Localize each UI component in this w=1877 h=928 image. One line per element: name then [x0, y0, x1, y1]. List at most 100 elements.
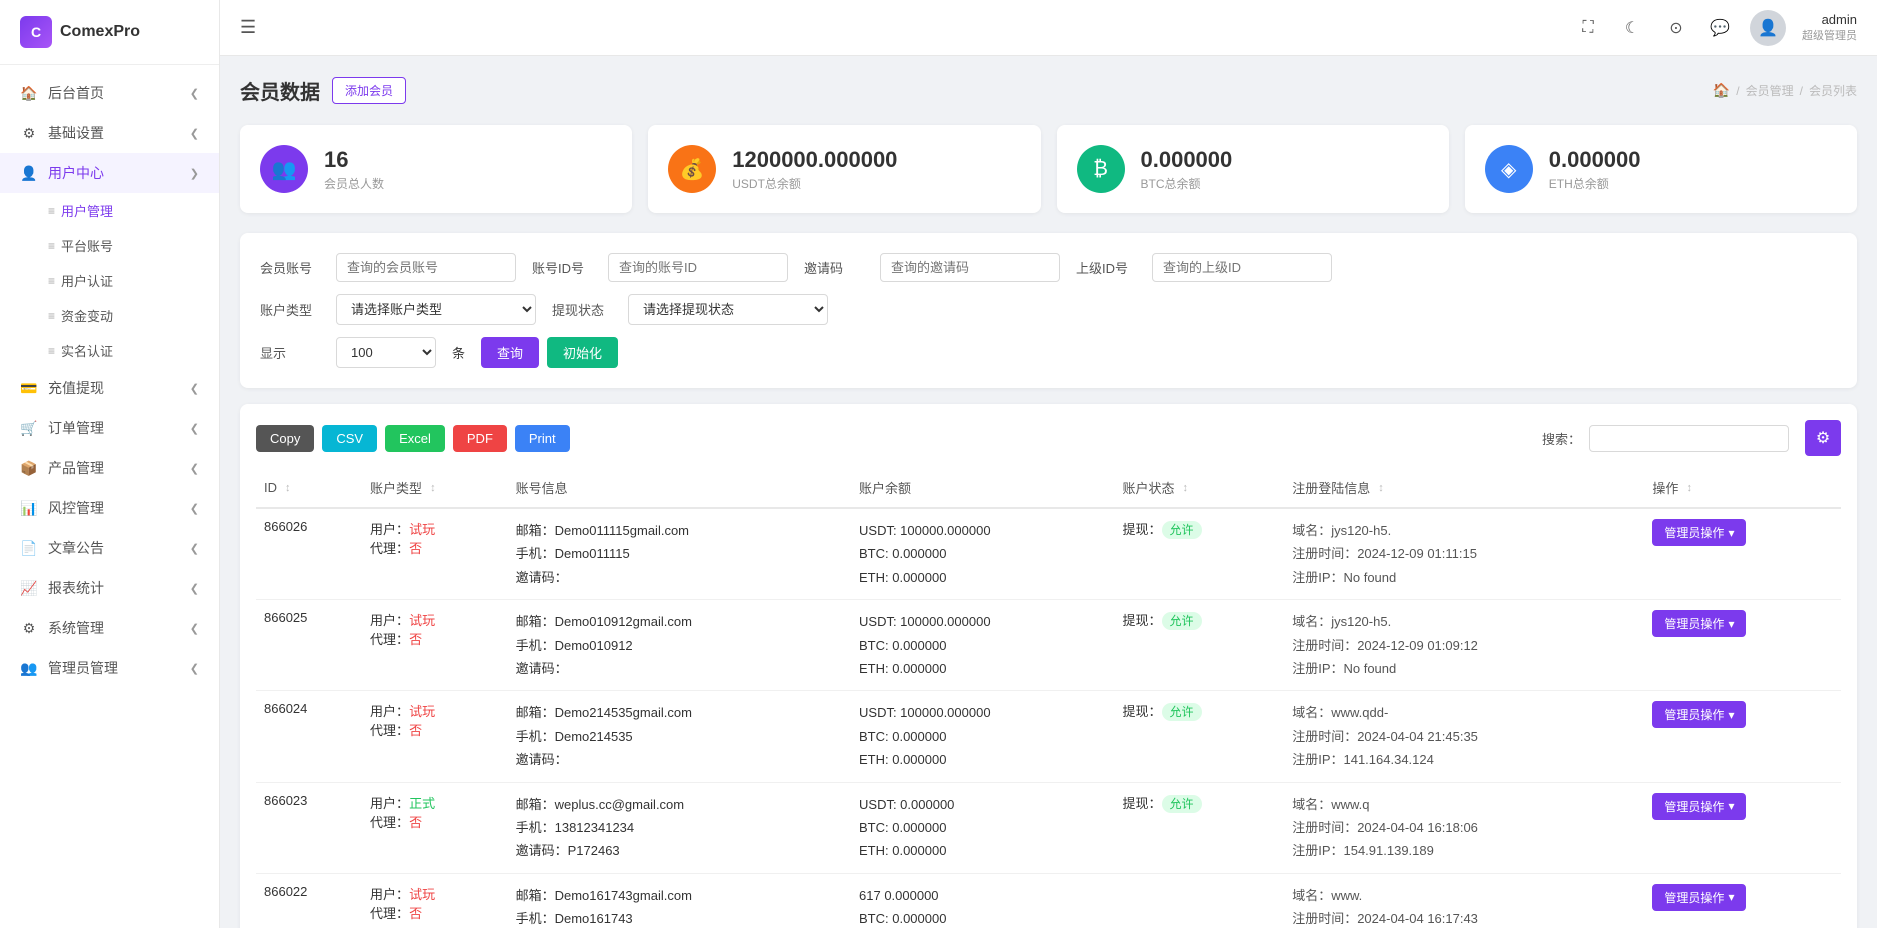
notification-icon[interactable]: 💬: [1706, 14, 1734, 42]
search-input[interactable]: [1589, 425, 1789, 452]
pdf-button[interactable]: PDF: [453, 425, 507, 452]
sidebar-item-basic-settings[interactable]: ⚙ 基础设置 ❮: [0, 113, 219, 153]
cell-status: 提现：允许: [1115, 691, 1285, 782]
cell-actions: 管理员操作: [1644, 691, 1841, 782]
stat-value: 0.000000: [1141, 147, 1233, 173]
table-toolbar: Copy CSV Excel PDF Print 搜索： ⚙: [256, 420, 1841, 456]
admin-icon: 👥: [20, 660, 38, 677]
sort-status-icon[interactable]: ↕: [1183, 482, 1189, 494]
sidebar-item-real-name[interactable]: 实名认证: [48, 333, 219, 368]
print-button[interactable]: Print: [515, 425, 570, 452]
sort-id-icon[interactable]: ↕: [285, 482, 291, 494]
sidebar-item-order-management[interactable]: 🛒 订单管理 ❮: [0, 408, 219, 448]
breadcrumb-member-management[interactable]: 会员管理: [1746, 82, 1794, 99]
cell-balance: USDT: 100000.000000 BTC: 0.000000 ETH: 0…: [851, 691, 1114, 782]
cell-status: 提现：允许: [1115, 508, 1285, 600]
topbar: ☰ ⛶ ☾ ⊙ 💬 👤 admin 超级管理员: [220, 0, 1877, 56]
stat-label: BTC总余额: [1141, 175, 1233, 192]
col-header-actions: 操作 ↕: [1644, 468, 1841, 508]
action-button[interactable]: 管理员操作: [1652, 884, 1746, 911]
add-member-button[interactable]: 添加会员: [332, 77, 406, 104]
account-type-select[interactable]: 请选择账户类型 正式用户 试玩用户: [336, 294, 536, 325]
page-title: 会员数据: [240, 76, 320, 105]
cell-reg-info: 域名：www. 注册时间：2024-04-04 16:17:43 注册IP：10…: [1284, 873, 1644, 928]
cell-reg-info: 域名：www.qdd- 注册时间：2024-04-04 21:45:35 注册I…: [1284, 691, 1644, 782]
invite-code-input[interactable]: [880, 253, 1060, 282]
logo-text: ComexPro: [60, 23, 140, 41]
col-header-account-info: 账号信息: [508, 468, 851, 508]
stat-card-usdt: 💰 1200000.000000 USDT总余额: [648, 125, 1040, 213]
topbar-left: ☰: [240, 17, 256, 38]
avatar[interactable]: 👤: [1750, 10, 1786, 46]
action-button[interactable]: 管理员操作: [1652, 519, 1746, 546]
account-input[interactable]: [336, 253, 516, 282]
sidebar-item-system-management[interactable]: ⚙ 系统管理 ❮: [0, 608, 219, 648]
action-button[interactable]: 管理员操作: [1652, 793, 1746, 820]
sort-account-type-icon[interactable]: ↕: [430, 482, 436, 494]
theme-icon[interactable]: ☾: [1618, 14, 1646, 42]
cell-id: 866025: [256, 600, 362, 691]
sidebar-item-user-management[interactable]: 用户管理: [48, 193, 219, 228]
stat-card-btc: ₿ 0.000000 BTC总余额: [1057, 125, 1449, 213]
stat-label: 会员总人数: [324, 175, 384, 192]
user-icon: 👤: [20, 165, 38, 182]
article-icon: 📄: [20, 540, 38, 557]
table-row: 866025 用户：试玩 代理：否 邮箱：Demo010912gmail.com…: [256, 600, 1841, 691]
arrow-icon: ❮: [190, 382, 199, 395]
sidebar-item-deposit-withdraw[interactable]: 💳 充值提现 ❮: [0, 368, 219, 408]
table-row: 866024 用户：试玩 代理：否 邮箱：Demo214535gmail.com…: [256, 691, 1841, 782]
display-count-select[interactable]: 100 50 200: [336, 337, 436, 368]
excel-button[interactable]: Excel: [385, 425, 445, 452]
filter-section: 会员账号 账号ID号 邀请码 上级ID号 账户类型 请选择账户类型 正式用户 试…: [240, 233, 1857, 388]
logo-icon: C: [20, 16, 52, 48]
cell-account-info: 邮箱：Demo011115gmail.com 手机：Demo011115 邀请码…: [508, 508, 851, 600]
account-id-input[interactable]: [608, 253, 788, 282]
table-settings-button[interactable]: ⚙: [1805, 420, 1841, 456]
sidebar-item-product-management[interactable]: 📦 产品管理 ❮: [0, 448, 219, 488]
camera-icon[interactable]: ⊙: [1662, 14, 1690, 42]
usdt-icon: 💰: [668, 145, 716, 193]
sidebar-item-platform-account[interactable]: 平台账号: [48, 228, 219, 263]
query-button[interactable]: 查询: [481, 337, 539, 368]
sidebar-item-asset-change[interactable]: 资金变动: [48, 298, 219, 333]
withdraw-status-select[interactable]: 请选择提现状态 允许 禁止: [628, 294, 828, 325]
superior-id-input[interactable]: [1152, 253, 1332, 282]
sidebar-item-dashboard[interactable]: 🏠 后台首页 ❮: [0, 73, 219, 113]
copy-button[interactable]: Copy: [256, 425, 314, 452]
hamburger-button[interactable]: ☰: [240, 17, 256, 38]
cell-account-info: 邮箱：Demo010912gmail.com 手机：Demo010912 邀请码…: [508, 600, 851, 691]
sidebar-item-risk-control[interactable]: 📊 风控管理 ❮: [0, 488, 219, 528]
reset-button[interactable]: 初始化: [547, 337, 618, 368]
cell-status: 提现：允许: [1115, 782, 1285, 873]
sidebar-item-user-center[interactable]: 👤 用户中心 ❯: [0, 153, 219, 193]
cell-account-type: 用户：试玩 代理：否: [362, 691, 508, 782]
cell-account-type: 用户：试玩 代理：否: [362, 508, 508, 600]
fullscreen-icon[interactable]: ⛶: [1574, 14, 1602, 42]
breadcrumb-home-icon[interactable]: 🏠: [1713, 82, 1730, 99]
wallet-icon: 💳: [20, 380, 38, 397]
table-row: 866022 用户：试玩 代理：否 邮箱：Demo161743gmail.com…: [256, 873, 1841, 928]
action-button[interactable]: 管理员操作: [1652, 610, 1746, 637]
withdraw-status-label: 提现状态: [552, 300, 612, 319]
stats-icon: 📈: [20, 580, 38, 597]
sidebar-item-article-notice[interactable]: 📄 文章公告 ❮: [0, 528, 219, 568]
stat-value: 0.000000: [1549, 147, 1641, 173]
csv-button[interactable]: CSV: [322, 425, 377, 452]
sidebar-item-user-auth[interactable]: 用户认证: [48, 263, 219, 298]
sort-reg-icon[interactable]: ↕: [1378, 482, 1384, 494]
account-id-label: 账号ID号: [532, 258, 592, 277]
sidebar-item-label: 基础设置: [48, 123, 104, 143]
sidebar-item-report-stats[interactable]: 📈 报表统计 ❮: [0, 568, 219, 608]
stat-content: 16 会员总人数: [324, 147, 384, 192]
sort-actions-icon[interactable]: ↕: [1686, 482, 1692, 494]
chart-icon: 📊: [20, 500, 38, 517]
sidebar-item-admin-management[interactable]: 👥 管理员管理 ❮: [0, 648, 219, 688]
action-button[interactable]: 管理员操作: [1652, 701, 1746, 728]
page-title-area: 会员数据 添加会员: [240, 76, 406, 105]
cell-account-info: 邮箱：Demo214535gmail.com 手机：Demo214535 邀请码…: [508, 691, 851, 782]
account-label: 会员账号: [260, 258, 320, 277]
cell-id: 866026: [256, 508, 362, 600]
filter-actions: 查询 初始化: [481, 337, 618, 368]
arrow-icon: ❮: [190, 422, 199, 435]
account-type-label: 账户类型: [260, 300, 320, 319]
